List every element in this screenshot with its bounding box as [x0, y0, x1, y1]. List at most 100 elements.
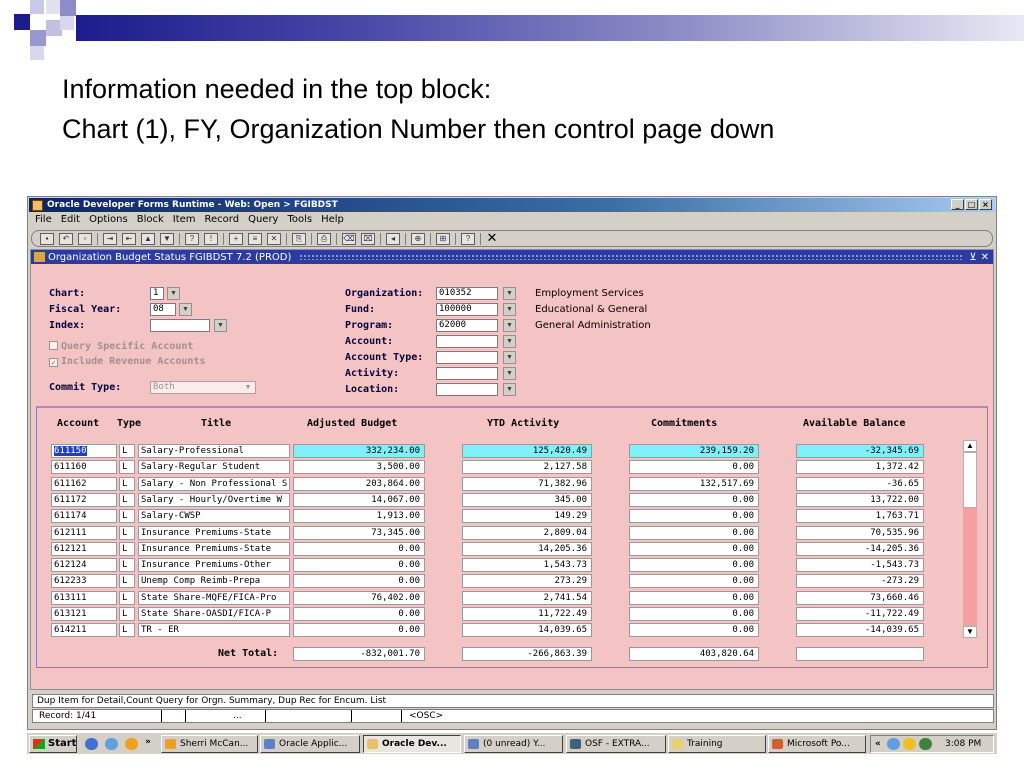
tray-expand-icon[interactable]: « — [875, 736, 881, 752]
menu-item[interactable]: Item — [173, 214, 196, 229]
form-close-icon[interactable]: ✕ — [981, 252, 989, 263]
ytd-activity-cell[interactable]: 2,809.04 — [462, 525, 592, 540]
type-cell[interactable]: L — [119, 541, 135, 556]
ytd-activity-cell[interactable]: 11,722.49 — [462, 607, 592, 621]
available-balance-cell[interactable]: 73,660.46 — [796, 590, 924, 605]
back-icon[interactable]: ◂ — [386, 232, 400, 245]
ytd-activity-cell[interactable]: 1,543.73 — [462, 558, 592, 573]
commitments-cell[interactable]: 0.00 — [629, 607, 759, 621]
title-cell[interactable]: State Share-MQFE/FICA-Pro — [138, 590, 290, 605]
ytd-activity-cell[interactable]: 345.00 — [462, 492, 592, 507]
account-cell[interactable]: 613111 — [51, 590, 117, 605]
commitments-cell[interactable]: 0.00 — [629, 541, 759, 556]
account-cell[interactable]: 611172 — [51, 492, 117, 507]
fund-lov-icon[interactable]: ▼ — [503, 303, 516, 316]
activity-lov-icon[interactable]: ▼ — [503, 367, 516, 380]
clear-field-icon[interactable]: ⌫ — [342, 232, 356, 245]
account-cell[interactable]: 612111 — [51, 525, 117, 540]
available-balance-cell[interactable]: 1,372.42 — [796, 460, 924, 475]
bookmark-icon[interactable]: ⊞ — [436, 232, 450, 245]
maximize-button[interactable]: □ — [965, 199, 978, 210]
available-balance-cell[interactable]: 13,722.00 — [796, 492, 924, 507]
account-cell[interactable]: 612233 — [51, 574, 117, 589]
commit-type-select[interactable]: Both — [150, 381, 256, 394]
help-icon[interactable]: ? — [461, 232, 475, 245]
fiscal-year-field[interactable]: 08 — [150, 303, 176, 316]
exit-icon[interactable]: ✕ — [486, 232, 498, 245]
fiscal-year-lov-icon[interactable]: ▼ — [179, 303, 192, 316]
save-icon[interactable]: ▪ — [40, 232, 54, 245]
title-cell[interactable]: Salary-Professional — [138, 444, 290, 458]
title-cell[interactable]: Insurance Premiums-State — [138, 525, 290, 540]
account-type-lov-icon[interactable]: ▼ — [503, 351, 516, 364]
previous-record-icon[interactable]: ▲ — [141, 232, 155, 245]
adjusted-budget-cell[interactable]: 1,913.00 — [293, 509, 425, 524]
commitments-cell[interactable]: 0.00 — [629, 558, 759, 573]
adjusted-budget-cell[interactable]: 0.00 — [293, 574, 425, 589]
menu-options[interactable]: Options — [89, 214, 128, 229]
account-cell[interactable]: 611150 — [51, 444, 117, 458]
adjusted-budget-cell[interactable]: 0.00 — [293, 623, 425, 638]
adjusted-budget-cell[interactable]: 0.00 — [293, 541, 425, 556]
scroll-thumb[interactable] — [963, 452, 977, 508]
account-cell[interactable]: 611162 — [51, 476, 117, 491]
next-block-icon[interactable]: ⇥ — [103, 232, 117, 245]
minimize-button[interactable]: _ — [951, 199, 964, 210]
adjusted-budget-cell[interactable]: 332,234.00 — [293, 444, 425, 458]
adjusted-budget-cell[interactable]: 73,345.00 — [293, 525, 425, 540]
title-cell[interactable]: Salary - Non Professional S — [138, 476, 290, 491]
account-cell[interactable]: 612121 — [51, 541, 117, 556]
organization-field[interactable]: 010352 — [436, 287, 498, 300]
title-cell[interactable]: State Share-OASDI/FICA-P — [138, 607, 290, 621]
title-cell[interactable]: Salary-Regular Student — [138, 460, 290, 475]
type-cell[interactable]: L — [119, 492, 135, 507]
form-minimize-icon[interactable]: ⊻ — [969, 252, 976, 263]
index-field[interactable] — [150, 319, 210, 332]
type-cell[interactable]: L — [119, 574, 135, 589]
adjusted-budget-cell[interactable]: 0.00 — [293, 607, 425, 621]
menu-query[interactable]: Query — [248, 214, 278, 229]
commitments-cell[interactable]: 0.00 — [629, 509, 759, 524]
search-icon[interactable]: ⊕ — [411, 232, 425, 245]
title-cell[interactable]: Insurance Premiums-Other — [138, 558, 290, 573]
type-cell[interactable]: L — [119, 476, 135, 491]
title-cell[interactable]: TR - ER — [138, 623, 290, 638]
account-field[interactable] — [436, 335, 498, 348]
commitments-cell[interactable]: 0.00 — [629, 623, 759, 638]
taskbar-item-oracle-applic[interactable]: Oracle Applic... — [260, 735, 360, 753]
insert-record-icon[interactable]: + — [229, 232, 243, 245]
print-preview-icon[interactable]: ▫ — [78, 232, 92, 245]
attachments-icon[interactable]: ⎘ — [292, 232, 306, 245]
ytd-activity-cell[interactable]: 71,382.96 — [462, 476, 592, 491]
available-balance-cell[interactable]: -273.29 — [796, 574, 924, 589]
menu-file[interactable]: File — [35, 214, 52, 229]
type-cell[interactable]: L — [119, 525, 135, 540]
scroll-down-icon[interactable]: ▼ — [963, 626, 977, 638]
window-titlebar[interactable]: Oracle Developer Forms Runtime - Web: Op… — [29, 198, 995, 212]
taskbar-item-osf-extra[interactable]: OSF - EXTRA... — [566, 735, 666, 753]
adjusted-budget-cell[interactable]: 14,067.00 — [293, 492, 425, 507]
account-type-field[interactable] — [436, 351, 498, 364]
adjusted-budget-cell[interactable]: 3,500.00 — [293, 460, 425, 475]
account-cell[interactable]: 614211 — [51, 623, 117, 638]
available-balance-cell[interactable]: -11,722.49 — [796, 607, 924, 621]
available-balance-cell[interactable]: -14,039.65 — [796, 623, 924, 638]
title-cell[interactable]: Salary - Hourly/Overtime W — [138, 492, 290, 507]
query-specific-account-checkbox[interactable]: Query Specific Account — [49, 341, 193, 352]
index-lov-icon[interactable]: ▼ — [214, 319, 227, 332]
chart-lov-icon[interactable]: ▼ — [167, 287, 180, 300]
previous-block-icon[interactable]: ⇤ — [122, 232, 136, 245]
form-titlebar[interactable]: Organization Budget Status FGIBDST 7.2 (… — [31, 250, 993, 264]
start-button[interactable]: Start — [29, 735, 77, 753]
ytd-activity-cell[interactable]: 273.29 — [462, 574, 592, 589]
account-cell[interactable]: 611174 — [51, 509, 117, 524]
taskbar-item-unread[interactable]: (0 unread) Y... — [464, 735, 563, 753]
type-cell[interactable]: L — [119, 607, 135, 621]
taskbar-item-powerpoint[interactable]: Microsoft Po... — [768, 735, 866, 753]
taskbar-item-training[interactable]: Training — [668, 735, 766, 753]
taskbar-item-oracle-dev[interactable]: Oracle Dev... — [363, 735, 461, 753]
vertical-scrollbar[interactable]: ▲ ▼ — [963, 440, 977, 638]
account-cell[interactable]: 611160 — [51, 460, 117, 475]
adjusted-budget-cell[interactable]: 0.00 — [293, 558, 425, 573]
commitments-cell[interactable]: 0.00 — [629, 525, 759, 540]
